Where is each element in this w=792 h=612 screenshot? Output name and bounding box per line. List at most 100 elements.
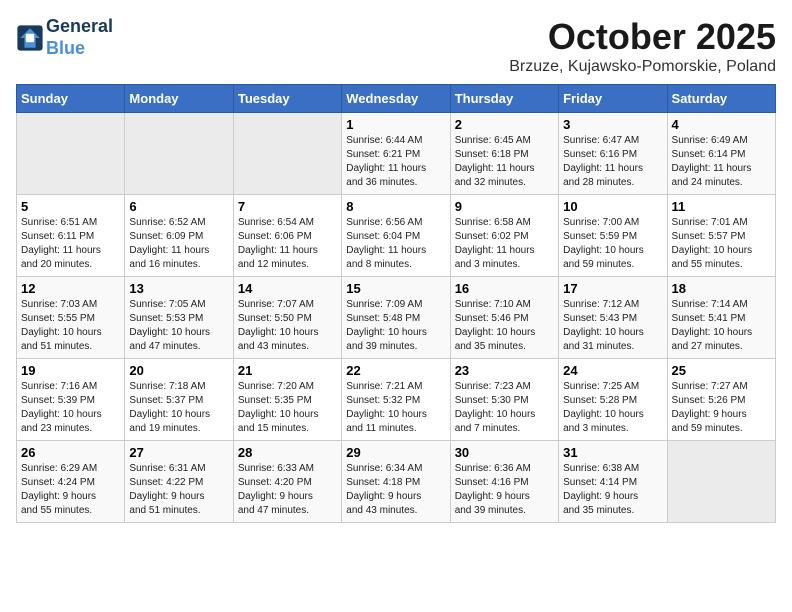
calendar-cell: 10Sunrise: 7:00 AM Sunset: 5:59 PM Dayli… xyxy=(559,195,667,277)
day-info: Sunrise: 7:09 AM Sunset: 5:48 PM Dayligh… xyxy=(346,298,445,354)
calendar-cell: 21 Sunrise: 7:20 AM Sunset: 5:35 PM Dayli… xyxy=(233,359,341,441)
day-info: Sunrise: 6:36 AM Sunset: 4:16 PM Dayligh… xyxy=(455,462,554,518)
day-info: Sunrise: 7:12 AM Sunset: 5:43 PM Dayligh… xyxy=(563,298,662,354)
day-info: Sunrise: 7:07 AM Sunset: 5:50 PM Dayligh… xyxy=(238,298,337,354)
calendar-cell: 13 Sunrise: 7:05 AM Sunset: 5:53 PM Dayli… xyxy=(125,277,233,359)
day-number: 18 xyxy=(672,281,771,296)
day-number: 6 xyxy=(129,199,228,214)
day-number: 17 xyxy=(563,281,662,296)
day-info: Sunrise: 6:31 AM Sunset: 4:22 PM Dayligh… xyxy=(129,462,228,518)
calendar-cell: 30Sunrise: 6:36 AM Sunset: 4:16 PM Dayli… xyxy=(450,441,558,523)
calendar-cell: 6 Sunrise: 6:52 AM Sunset: 6:09 PM Daylig… xyxy=(125,195,233,277)
calendar-cell xyxy=(667,441,775,523)
calendar-cell: 9Sunrise: 6:58 AM Sunset: 6:02 PM Daylig… xyxy=(450,195,558,277)
header-saturday: Saturday xyxy=(667,85,775,113)
day-info: Sunrise: 6:52 AM Sunset: 6:09 PM Dayligh… xyxy=(129,216,228,272)
day-number: 4 xyxy=(672,117,771,132)
day-info: Sunrise: 7:14 AM Sunset: 5:41 PM Dayligh… xyxy=(672,298,771,354)
calendar-cell: 17 Sunrise: 7:12 AM Sunset: 5:43 PM Dayli… xyxy=(559,277,667,359)
day-number: 31 xyxy=(563,445,662,460)
calendar-cell: 7 Sunrise: 6:54 AM Sunset: 6:06 PM Daylig… xyxy=(233,195,341,277)
week-row-4: 19Sunrise: 7:16 AM Sunset: 5:39 PM Dayli… xyxy=(17,359,776,441)
calendar-cell: 1 Sunrise: 6:44 AM Sunset: 6:21 PM Daylig… xyxy=(342,113,450,195)
day-info: Sunrise: 7:01 AM Sunset: 5:57 PM Dayligh… xyxy=(672,216,771,272)
day-number: 7 xyxy=(238,199,337,214)
header-tuesday: Tuesday xyxy=(233,85,341,113)
day-info: Sunrise: 7:16 AM Sunset: 5:39 PM Dayligh… xyxy=(21,380,120,436)
header-monday: Monday xyxy=(125,85,233,113)
header-sunday: Sunday xyxy=(17,85,125,113)
calendar-cell: 23 Sunrise: 7:23 AM Sunset: 5:30 PM Dayli… xyxy=(450,359,558,441)
day-number: 28 xyxy=(238,445,337,460)
day-number: 24 xyxy=(563,363,662,378)
calendar-cell: 29 Sunrise: 6:34 AM Sunset: 4:18 PM Dayli… xyxy=(342,441,450,523)
day-info: Sunrise: 6:51 AM Sunset: 6:11 PM Dayligh… xyxy=(21,216,120,272)
calendar-cell: 15 Sunrise: 7:09 AM Sunset: 5:48 PM Dayli… xyxy=(342,277,450,359)
calendar-table: SundayMondayTuesdayWednesdayThursdayFrid… xyxy=(16,84,776,523)
day-number: 13 xyxy=(129,281,228,296)
day-info: Sunrise: 6:45 AM Sunset: 6:18 PM Dayligh… xyxy=(455,134,554,190)
day-number: 22 xyxy=(346,363,445,378)
day-number: 2 xyxy=(455,117,554,132)
day-info: Sunrise: 6:33 AM Sunset: 4:20 PM Dayligh… xyxy=(238,462,337,518)
day-number: 12 xyxy=(21,281,120,296)
week-row-1: 1 Sunrise: 6:44 AM Sunset: 6:21 PM Daylig… xyxy=(17,113,776,195)
calendar-cell xyxy=(125,113,233,195)
calendar-cell: 20Sunrise: 7:18 AM Sunset: 5:37 PM Dayli… xyxy=(125,359,233,441)
day-info: Sunrise: 7:18 AM Sunset: 5:37 PM Dayligh… xyxy=(129,380,228,436)
day-info: Sunrise: 6:47 AM Sunset: 6:16 PM Dayligh… xyxy=(563,134,662,190)
calendar-cell xyxy=(17,113,125,195)
calendar-header-row: SundayMondayTuesdayWednesdayThursdayFrid… xyxy=(17,85,776,113)
header-friday: Friday xyxy=(559,85,667,113)
day-number: 29 xyxy=(346,445,445,460)
logo-line2: Blue xyxy=(46,38,113,60)
day-number: 15 xyxy=(346,281,445,296)
day-number: 25 xyxy=(672,363,771,378)
calendar-cell: 4Sunrise: 6:49 AM Sunset: 6:14 PM Daylig… xyxy=(667,113,775,195)
day-info: Sunrise: 7:00 AM Sunset: 5:59 PM Dayligh… xyxy=(563,216,662,272)
calendar-cell: 31 Sunrise: 6:38 AM Sunset: 4:14 PM Dayli… xyxy=(559,441,667,523)
calendar-cell: 16Sunrise: 7:10 AM Sunset: 5:46 PM Dayli… xyxy=(450,277,558,359)
week-row-3: 12Sunrise: 7:03 AM Sunset: 5:55 PM Dayli… xyxy=(17,277,776,359)
day-number: 23 xyxy=(455,363,554,378)
day-info: Sunrise: 6:56 AM Sunset: 6:04 PM Dayligh… xyxy=(346,216,445,272)
day-info: Sunrise: 7:21 AM Sunset: 5:32 PM Dayligh… xyxy=(346,380,445,436)
calendar-cell: 5 Sunrise: 6:51 AM Sunset: 6:11 PM Daylig… xyxy=(17,195,125,277)
logo-icon xyxy=(16,24,44,52)
month-title: October 2025 xyxy=(509,16,776,58)
day-info: Sunrise: 7:27 AM Sunset: 5:26 PM Dayligh… xyxy=(672,380,771,436)
day-number: 26 xyxy=(21,445,120,460)
calendar-cell: 12Sunrise: 7:03 AM Sunset: 5:55 PM Dayli… xyxy=(17,277,125,359)
day-number: 9 xyxy=(455,199,554,214)
calendar-cell: 8Sunrise: 6:56 AM Sunset: 6:04 PM Daylig… xyxy=(342,195,450,277)
calendar-cell: 25 Sunrise: 7:27 AM Sunset: 5:26 PM Dayli… xyxy=(667,359,775,441)
calendar-cell: 26 Sunrise: 6:29 AM Sunset: 4:24 PM Dayli… xyxy=(17,441,125,523)
day-number: 21 xyxy=(238,363,337,378)
day-info: Sunrise: 6:38 AM Sunset: 4:14 PM Dayligh… xyxy=(563,462,662,518)
calendar-cell xyxy=(233,113,341,195)
day-number: 1 xyxy=(346,117,445,132)
logo-line1: General xyxy=(46,16,113,38)
location-title: Brzuze, Kujawsko-Pomorskie, Poland xyxy=(509,58,776,76)
calendar-cell: 18 Sunrise: 7:14 AM Sunset: 5:41 PM Dayli… xyxy=(667,277,775,359)
week-row-2: 5 Sunrise: 6:51 AM Sunset: 6:11 PM Daylig… xyxy=(17,195,776,277)
day-info: Sunrise: 6:44 AM Sunset: 6:21 PM Dayligh… xyxy=(346,134,445,190)
header-thursday: Thursday xyxy=(450,85,558,113)
day-info: Sunrise: 6:29 AM Sunset: 4:24 PM Dayligh… xyxy=(21,462,120,518)
day-info: Sunrise: 7:20 AM Sunset: 5:35 PM Dayligh… xyxy=(238,380,337,436)
week-row-5: 26 Sunrise: 6:29 AM Sunset: 4:24 PM Dayli… xyxy=(17,441,776,523)
day-info: Sunrise: 6:34 AM Sunset: 4:18 PM Dayligh… xyxy=(346,462,445,518)
day-info: Sunrise: 7:05 AM Sunset: 5:53 PM Dayligh… xyxy=(129,298,228,354)
calendar-cell: 2 Sunrise: 6:45 AM Sunset: 6:18 PM Daylig… xyxy=(450,113,558,195)
calendar-cell: 19Sunrise: 7:16 AM Sunset: 5:39 PM Dayli… xyxy=(17,359,125,441)
calendar-cell: 3 Sunrise: 6:47 AM Sunset: 6:16 PM Daylig… xyxy=(559,113,667,195)
day-info: Sunrise: 7:25 AM Sunset: 5:28 PM Dayligh… xyxy=(563,380,662,436)
calendar-cell: 22 Sunrise: 7:21 AM Sunset: 5:32 PM Dayli… xyxy=(342,359,450,441)
day-info: Sunrise: 6:54 AM Sunset: 6:06 PM Dayligh… xyxy=(238,216,337,272)
day-number: 27 xyxy=(129,445,228,460)
day-number: 5 xyxy=(21,199,120,214)
title-section: October 2025 Brzuze, Kujawsko-Pomorskie,… xyxy=(509,16,776,76)
day-number: 3 xyxy=(563,117,662,132)
day-info: Sunrise: 7:23 AM Sunset: 5:30 PM Dayligh… xyxy=(455,380,554,436)
header-wednesday: Wednesday xyxy=(342,85,450,113)
